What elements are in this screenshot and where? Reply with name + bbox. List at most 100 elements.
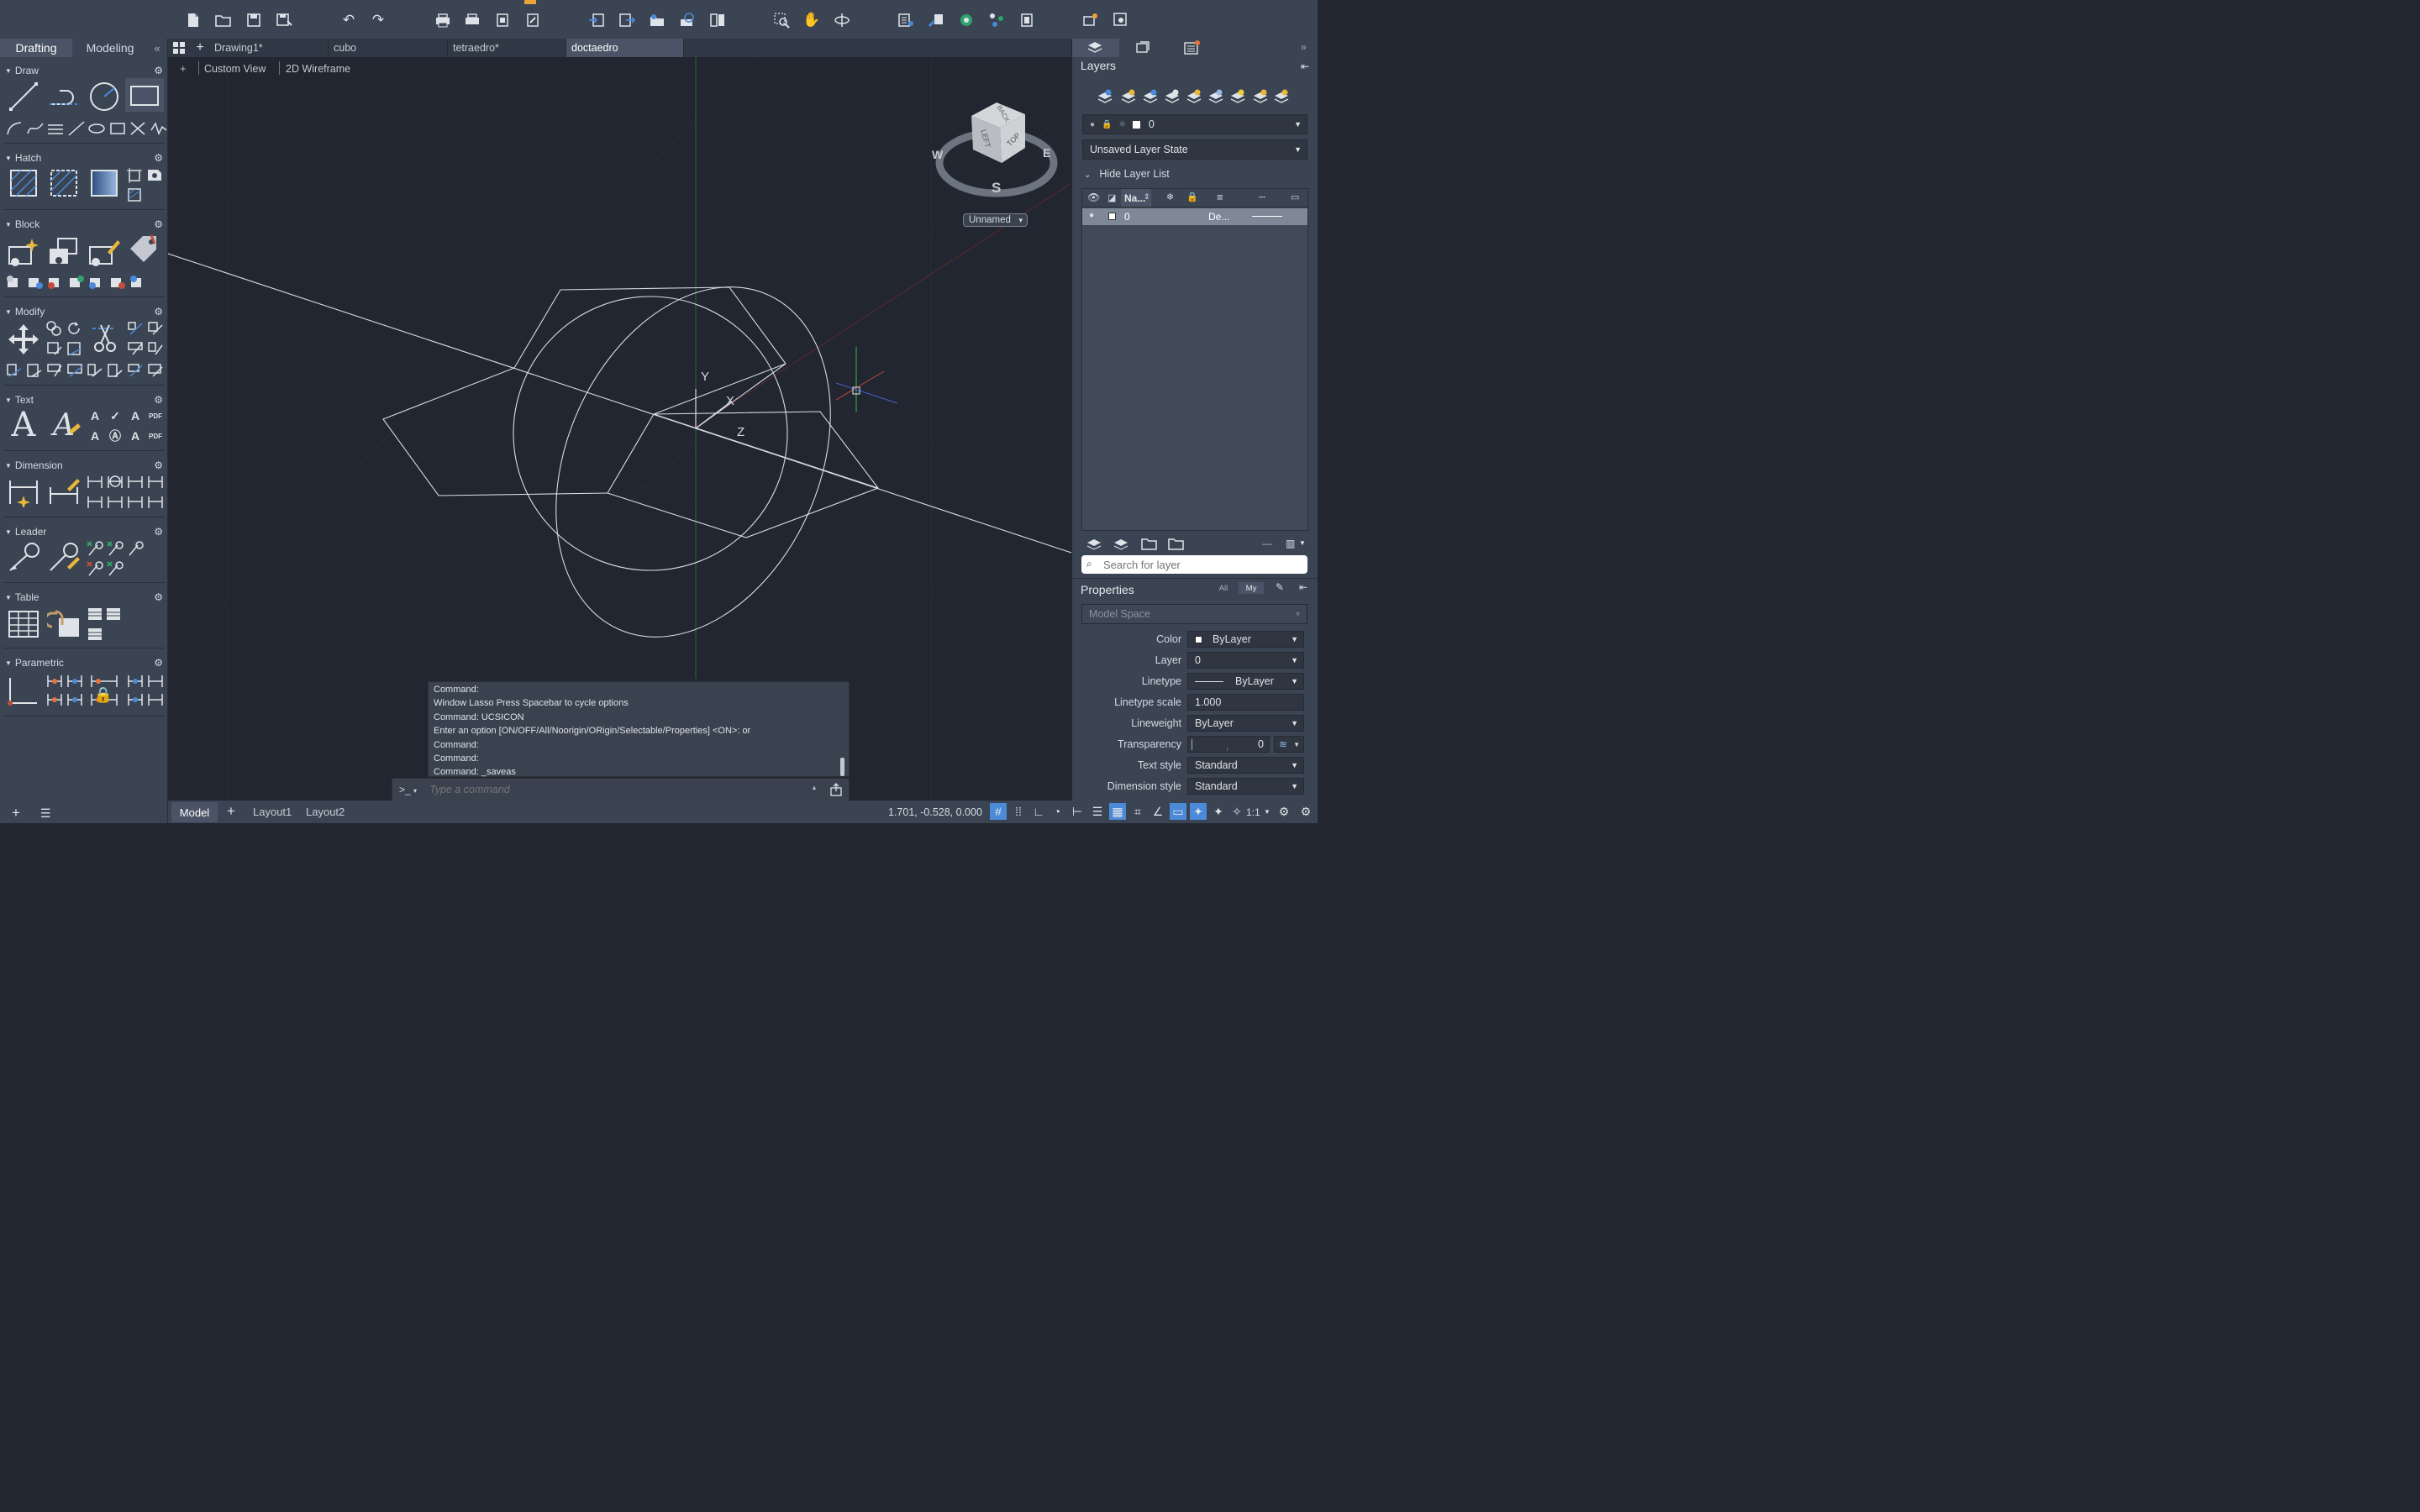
wave-icon[interactable] — [150, 120, 168, 137]
polar-icon[interactable]: ◔ — [1049, 803, 1065, 820]
table-icon[interactable] — [7, 608, 40, 640]
selection-cycling-icon[interactable]: ⌗ — [1129, 803, 1146, 820]
transparency-mode-dropdown[interactable]: ≋ ▼ — [1274, 736, 1304, 753]
viewcube[interactable]: BACK LEFT TOP W E S Unnamed ▾ — [931, 97, 1059, 232]
folder-icon[interactable] — [1168, 536, 1185, 551]
add-leader-icon[interactable] — [86, 540, 104, 557]
cross-icon[interactable] — [129, 120, 147, 137]
text-align-icon[interactable]: A — [126, 428, 145, 444]
auto-scale-icon[interactable]: ✦ — [1210, 803, 1227, 820]
ray-icon[interactable] — [67, 120, 86, 137]
plot-icon[interactable] — [433, 10, 453, 30]
layer-walk-icon[interactable] — [1113, 536, 1129, 551]
pan-icon[interactable]: ✋ — [802, 10, 822, 30]
horizontal-constraint-icon[interactable] — [66, 673, 84, 690]
param-extra2-icon[interactable] — [146, 691, 165, 708]
section-block[interactable]: ▼ Block ⚙ — [0, 217, 168, 232]
undock-icon[interactable]: ⇤ — [1299, 581, 1307, 593]
wipeout-icon[interactable] — [126, 186, 143, 203]
settings-icon[interactable] — [1111, 10, 1131, 30]
gradient-icon[interactable] — [89, 168, 119, 198]
transparency-icon[interactable]: ▦ — [1109, 803, 1126, 820]
command-scrollbar[interactable] — [840, 758, 844, 776]
remove-leader-icon[interactable] — [86, 560, 104, 577]
edit-block-icon[interactable] — [87, 235, 121, 267]
camera-icon[interactable] — [1081, 10, 1101, 30]
layer-unlock-icon[interactable] — [1272, 87, 1291, 104]
space-dropdown[interactable]: Model Space ▼ — [1081, 604, 1307, 624]
annotation-monitor-icon[interactable]: ✧ — [1228, 803, 1245, 820]
stretch-icon[interactable] — [66, 340, 84, 357]
scale-icon[interactable] — [45, 362, 64, 379]
spline-icon[interactable] — [26, 120, 45, 137]
align-icon[interactable] — [126, 362, 145, 379]
properties-icon[interactable] — [896, 10, 916, 30]
prop-transparency-field[interactable]: 0 — [1187, 736, 1270, 753]
baseline-dim-icon[interactable] — [126, 473, 145, 490]
block-add-icon[interactable] — [67, 274, 86, 291]
layer-states-icon[interactable] — [1086, 536, 1102, 551]
section-modify[interactable]: ▼ Modify ⚙ — [0, 304, 168, 319]
tab-modeling[interactable]: Modeling — [72, 39, 148, 57]
section-leader[interactable]: ▼ Leader ⚙ — [0, 524, 168, 539]
offset-icon[interactable] — [126, 340, 145, 357]
undock-icon[interactable]: ⇤ — [1301, 60, 1309, 72]
tab-model[interactable]: Model — [171, 802, 218, 822]
share-command-icon[interactable] — [829, 783, 843, 796]
delete-constraint-icon[interactable] — [126, 691, 145, 708]
eye-icon[interactable]: 👁 — [1087, 192, 1100, 203]
lock-column-icon[interactable]: 🔒 — [1186, 192, 1198, 202]
spell-check-icon[interactable]: ✓ — [106, 407, 124, 424]
table-export-icon[interactable] — [104, 606, 123, 622]
leader-collect-icon[interactable] — [126, 540, 145, 557]
3d-icon[interactable] — [146, 340, 165, 357]
continue-dim-icon[interactable] — [86, 493, 104, 510]
redo-icon[interactable]: ↷ — [368, 10, 388, 30]
region-icon[interactable] — [146, 167, 163, 182]
boundary-icon[interactable] — [126, 167, 143, 184]
share-icon[interactable] — [677, 10, 697, 30]
break-icon[interactable] — [106, 362, 124, 379]
dimension-style-icon[interactable] — [47, 475, 81, 507]
compass-east[interactable]: E — [1043, 146, 1050, 160]
import-icon[interactable] — [587, 10, 607, 30]
mirror-icon[interactable] — [45, 340, 64, 357]
section-parametric[interactable]: ▼ Parametric ⚙ — [0, 655, 168, 670]
annotation-scale[interactable]: 1:1 — [1246, 806, 1260, 818]
adjust-dim-icon[interactable] — [146, 493, 165, 510]
open-folder-icon[interactable] — [1141, 536, 1158, 551]
leader-style-icon[interactable] — [47, 542, 81, 574]
tab-drafting[interactable]: Drafting — [0, 39, 72, 57]
text-style-icon[interactable]: A — [45, 407, 82, 444]
lock-icon[interactable]: 🔒 — [94, 685, 113, 705]
coordinates-readout[interactable]: 1.701, -0.528, 0.000 — [888, 806, 982, 818]
add-layout-button[interactable]: + — [227, 803, 235, 820]
layer-lock-icon[interactable] — [1251, 87, 1270, 104]
layer-properties-icon[interactable] — [1096, 87, 1114, 104]
mtext-icon[interactable]: A — [7, 406, 40, 444]
status-menu-icon[interactable]: ⚙ — [1297, 803, 1314, 820]
gear-icon[interactable]: ⚙ — [154, 657, 163, 669]
geometric-constraint-icon[interactable] — [7, 675, 40, 706]
section-draw[interactable]: ▼ Draw ⚙ — [0, 63, 168, 78]
pdf-text-icon[interactable]: PDF — [146, 407, 165, 424]
section-hatch[interactable]: ▼ Hatch ⚙ — [0, 150, 168, 165]
trim-icon[interactable] — [87, 320, 121, 354]
visual-style-label[interactable]: 2D Wireframe — [286, 63, 350, 75]
current-column-icon[interactable]: ◪ — [1107, 192, 1116, 203]
plot-column-icon[interactable]: ▭ — [1291, 192, 1299, 202]
command-history[interactable]: Command: Window Lasso Press Spacebar to c… — [428, 681, 850, 777]
line-icon[interactable] — [8, 81, 39, 112]
gear-icon[interactable]: ⚙ — [154, 591, 163, 603]
calculator-tab-icon[interactable] — [1183, 40, 1202, 55]
linear-dim-icon[interactable] — [86, 473, 104, 490]
chevron-down-icon[interactable]: ▼ — [1299, 539, 1306, 547]
layer-freeze-icon[interactable] — [1207, 87, 1225, 104]
expand-palette-icon[interactable]: » — [1301, 41, 1307, 53]
tab-layout1[interactable]: Layout1 — [253, 806, 292, 818]
snap-icon[interactable]: ⁞⁞ — [1010, 803, 1027, 820]
tab-layout2[interactable]: Layout2 — [306, 806, 345, 818]
array-icon[interactable] — [146, 320, 165, 337]
grid-icon[interactable]: # — [990, 803, 1007, 820]
center-mark-icon[interactable] — [106, 493, 124, 510]
